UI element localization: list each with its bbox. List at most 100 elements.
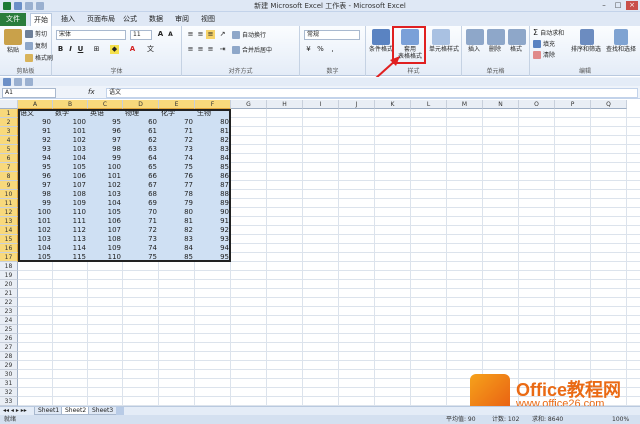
data-cell[interactable]: 112 <box>53 226 88 235</box>
percent-button[interactable]: % <box>316 45 325 54</box>
data-cell[interactable]: 89 <box>195 199 231 208</box>
data-cell[interactable]: 103 <box>18 235 53 244</box>
data-cell[interactable]: 107 <box>53 181 88 190</box>
data-cell[interactable]: 73 <box>159 145 195 154</box>
column-header-m[interactable]: M <box>447 100 483 109</box>
autosum-button[interactable]: Σ 自动求和 <box>533 28 564 37</box>
fx-button[interactable]: fx <box>88 88 95 96</box>
row-header[interactable]: 13 <box>0 217 18 226</box>
insert-cells-button[interactable]: 插入 <box>464 46 484 53</box>
data-cell[interactable]: 67 <box>123 181 159 190</box>
insert-cells-icon[interactable] <box>466 29 484 45</box>
row-header[interactable]: 30 <box>0 370 18 379</box>
row-header[interactable]: 31 <box>0 379 18 388</box>
data-cell[interactable]: 98 <box>18 190 53 199</box>
column-header-g[interactable]: G <box>231 100 267 109</box>
data-cell[interactable]: 70 <box>123 208 159 217</box>
header-cell[interactable]: 生物 <box>195 109 231 118</box>
column-header-k[interactable]: K <box>375 100 411 109</box>
row-header[interactable]: 16 <box>0 244 18 253</box>
data-cell[interactable]: 83 <box>195 145 231 154</box>
data-cell[interactable]: 92 <box>195 226 231 235</box>
align-right-icon[interactable]: ≡ <box>206 45 215 54</box>
data-cell[interactable]: 81 <box>159 217 195 226</box>
data-cell[interactable]: 94 <box>18 154 53 163</box>
column-header-c[interactable]: C <box>88 100 123 109</box>
close-icon[interactable]: × <box>626 1 638 10</box>
data-cell[interactable]: 66 <box>123 172 159 181</box>
data-cell[interactable]: 69 <box>123 199 159 208</box>
row-header[interactable]: 25 <box>0 325 18 334</box>
row-header[interactable]: 23 <box>0 307 18 316</box>
wrap-text-button[interactable]: 自动换行 <box>232 30 266 39</box>
sheet-nav-icon[interactable]: ◂◂ ◂ ▸ ▸▸ <box>3 407 27 414</box>
worksheet-grid[interactable]: ABCDEFGHIJKLMNOPQ 1 2 3 4 5 6 7 8 9 10 11 12 13 14 15 1… <box>0 100 640 406</box>
row-header[interactable]: 29 <box>0 361 18 370</box>
data-cell[interactable]: 104 <box>88 199 123 208</box>
data-cell[interactable]: 99 <box>18 199 53 208</box>
row-header[interactable]: 10 <box>0 190 18 199</box>
row-header[interactable]: 22 <box>0 298 18 307</box>
row-header[interactable]: 4 <box>0 136 18 145</box>
data-cell[interactable]: 91 <box>18 127 53 136</box>
data-cell[interactable]: 86 <box>195 172 231 181</box>
row-header[interactable]: 3 <box>0 127 18 136</box>
delete-cells-icon[interactable] <box>487 29 505 45</box>
fill-button[interactable]: 填充 <box>533 39 555 48</box>
column-header-j[interactable]: J <box>339 100 375 109</box>
data-cell[interactable]: 111 <box>53 217 88 226</box>
undo-icon[interactable] <box>14 78 22 86</box>
data-cell[interactable]: 90 <box>18 118 53 127</box>
data-cell[interactable]: 83 <box>159 235 195 244</box>
data-cell[interactable]: 62 <box>123 136 159 145</box>
orientation-icon[interactable]: ↗ <box>218 30 227 39</box>
currency-icon[interactable]: ¥ <box>304 45 313 54</box>
font-size-select[interactable]: 11 <box>130 30 152 40</box>
delete-cells-button[interactable]: 删除 <box>485 46 505 53</box>
row-header[interactable]: 12 <box>0 208 18 217</box>
column-header-q[interactable]: Q <box>591 100 627 109</box>
data-cell[interactable]: 113 <box>53 235 88 244</box>
clear-button[interactable]: 清除 <box>533 50 555 59</box>
format-cells-button[interactable]: 格式 <box>506 46 526 53</box>
row-header[interactable]: 8 <box>0 172 18 181</box>
row-header[interactable]: 24 <box>0 316 18 325</box>
row-header[interactable]: 1 <box>0 109 18 118</box>
align-left-icon[interactable]: ≡ <box>186 45 195 54</box>
data-cell[interactable]: 77 <box>159 181 195 190</box>
data-cell[interactable]: 68 <box>123 190 159 199</box>
row-header[interactable]: 33 <box>0 397 18 406</box>
tab-formulas[interactable]: 公式 <box>120 13 140 26</box>
data-cell[interactable]: 102 <box>53 136 88 145</box>
data-cell[interactable]: 79 <box>159 199 195 208</box>
data-cell[interactable]: 105 <box>53 163 88 172</box>
sheet-tab-1[interactable]: Sheet1 <box>34 407 64 415</box>
row-header[interactable]: 14 <box>0 226 18 235</box>
row-header[interactable]: 6 <box>0 154 18 163</box>
data-cell[interactable]: 84 <box>159 244 195 253</box>
header-cell[interactable]: 英语 <box>88 109 123 118</box>
cell-styles-button[interactable]: 单元格样式 <box>426 46 462 53</box>
data-cell[interactable]: 99 <box>88 154 123 163</box>
data-cell[interactable]: 60 <box>123 118 159 127</box>
data-cell[interactable]: 109 <box>53 199 88 208</box>
row-header[interactable]: 32 <box>0 388 18 397</box>
data-cell[interactable]: 101 <box>53 127 88 136</box>
row-header[interactable]: 2 <box>0 118 18 127</box>
borders-icon[interactable]: ⊞ <box>92 45 101 54</box>
data-cell[interactable]: 110 <box>53 208 88 217</box>
tab-page-layout[interactable]: 页面布局 <box>84 13 118 26</box>
save-icon[interactable] <box>14 2 22 10</box>
row-header[interactable]: 26 <box>0 334 18 343</box>
increase-font-icon[interactable]: A <box>156 30 165 39</box>
row-header[interactable]: 5 <box>0 145 18 154</box>
data-cell[interactable]: 84 <box>195 154 231 163</box>
cell-styles-icon[interactable] <box>432 29 450 45</box>
data-cell[interactable]: 103 <box>88 190 123 199</box>
column-header-a[interactable]: A <box>18 100 53 109</box>
data-cell[interactable]: 82 <box>195 136 231 145</box>
column-header-e[interactable]: E <box>159 100 195 109</box>
paste-icon[interactable] <box>4 29 22 45</box>
data-cell[interactable]: 88 <box>195 190 231 199</box>
data-cell[interactable]: 71 <box>159 127 195 136</box>
